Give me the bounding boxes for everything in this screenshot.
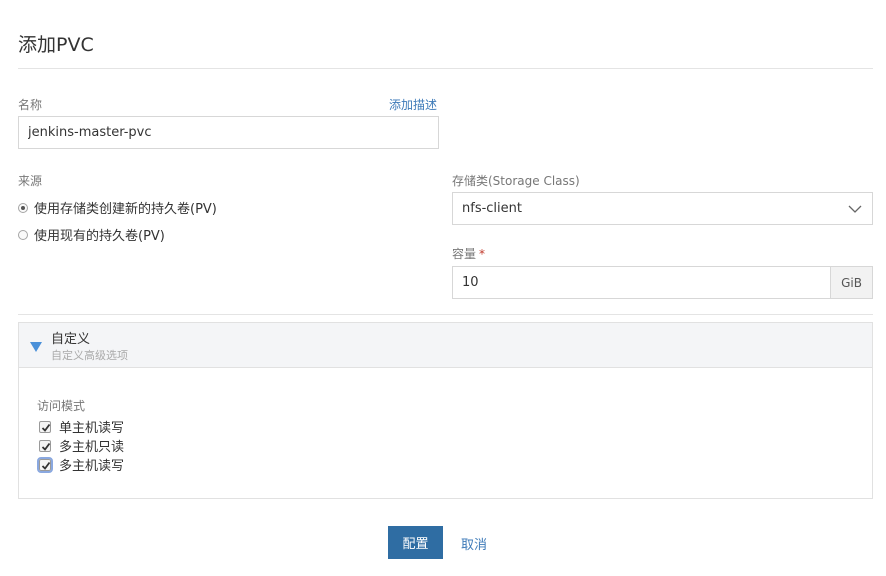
access-mode-option-label: 单主机读写 <box>59 421 125 436</box>
custom-panel-toggle[interactable]: 自定义 自定义高级选项 <box>19 323 872 368</box>
page-title: 添加PVC <box>18 34 94 56</box>
source-label: 来源 <box>18 174 43 188</box>
access-mode-rwo[interactable]: 单主机读写 <box>39 417 124 436</box>
capacity-unit: GiB <box>830 266 873 299</box>
access-mode-label: 访问模式 <box>37 399 86 413</box>
access-mode-option-label: 多主机读写 <box>59 459 125 474</box>
check-icon <box>41 442 51 451</box>
custom-title: 自定义 <box>51 332 91 347</box>
source-option-existing-pv[interactable]: 使用现有的持久卷(PV) <box>18 225 165 244</box>
chevron-down-icon <box>848 205 862 213</box>
source-option-label: 使用存储类创建新的持久卷(PV) <box>34 202 217 217</box>
custom-panel: 自定义 自定义高级选项 访问模式 单主机读写 多主机只读 多主机读写 <box>18 322 873 499</box>
storage-class-select[interactable]: nfs-client <box>452 192 873 225</box>
storage-class-label: 存储类(Storage Class) <box>452 174 580 188</box>
checkbox-rwo[interactable] <box>39 420 51 433</box>
add-pvc-page: 添加PVC 名称 添加描述 来源 使用存储类创建新的持久卷(PV) 使用现有的持… <box>0 0 886 576</box>
storage-class-value: nfs-client <box>462 201 522 216</box>
capacity-input[interactable] <box>452 266 830 299</box>
name-label: 名称 <box>18 98 43 112</box>
submit-button[interactable]: 配置 <box>388 526 443 559</box>
radio-new-pv[interactable] <box>18 202 28 213</box>
source-option-new-pv[interactable]: 使用存储类创建新的持久卷(PV) <box>18 198 217 217</box>
required-mark: * <box>479 247 486 261</box>
access-mode-option-label: 多主机只读 <box>59 440 125 455</box>
section-divider <box>18 314 873 315</box>
checkbox-rox[interactable] <box>39 439 51 452</box>
cancel-button[interactable]: 取消 <box>461 534 487 553</box>
title-divider <box>18 68 873 69</box>
capacity-label: 容量 * <box>452 247 486 261</box>
access-mode-rox[interactable]: 多主机只读 <box>39 436 124 455</box>
access-mode-rwx[interactable]: 多主机读写 <box>37 455 125 474</box>
add-description-link[interactable]: 添加描述 <box>389 96 437 113</box>
checkbox-rwx[interactable] <box>37 456 53 473</box>
radio-existing-pv[interactable] <box>18 229 28 240</box>
check-icon <box>41 461 51 470</box>
source-option-label: 使用现有的持久卷(PV) <box>34 229 165 244</box>
capacity-input-group: GiB <box>452 266 873 299</box>
check-icon <box>41 423 51 432</box>
custom-subtitle: 自定义高级选项 <box>51 349 128 362</box>
triangle-down-icon <box>30 342 42 352</box>
name-input[interactable] <box>18 116 439 149</box>
